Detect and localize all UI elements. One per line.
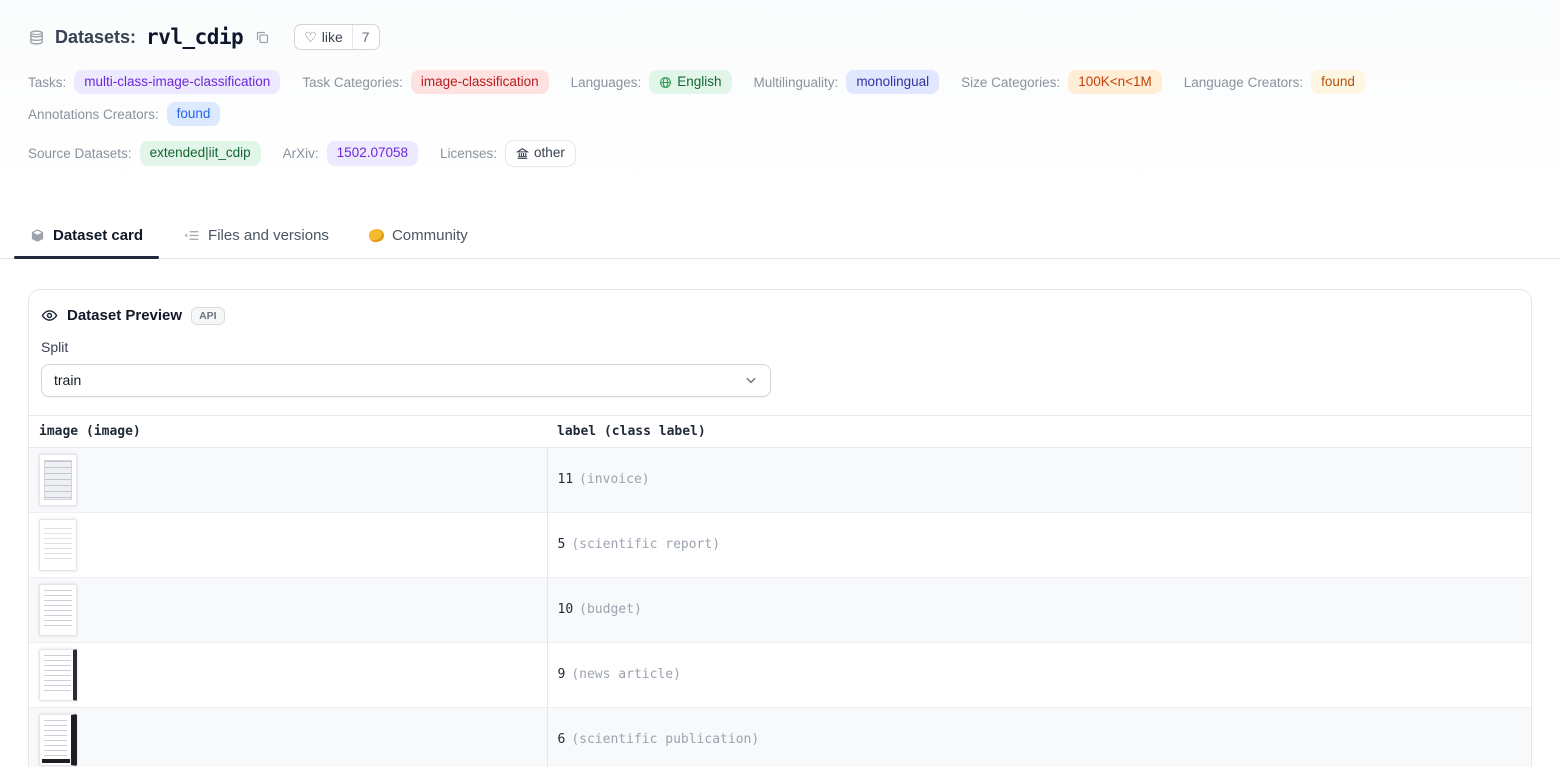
tab-label: Files and versions (208, 227, 329, 244)
title-row: Datasets: rvl_cdip ♡ like 7 (28, 24, 1532, 50)
tab-community[interactable]: Community (367, 215, 470, 258)
document-thumbnail (39, 519, 77, 571)
datasets-section-label[interactable]: Datasets: (55, 27, 136, 48)
split-label: Split (29, 325, 1531, 355)
document-thumbnail (39, 714, 77, 766)
tag-label: Multilinguality: (754, 75, 839, 90)
copy-icon[interactable] (255, 30, 270, 45)
tab-label: Dataset card (53, 227, 143, 244)
cube-icon (30, 228, 45, 243)
table-row: 6 (scientific publication) (29, 707, 1531, 767)
tag-pill-task-categories[interactable]: image-classification (411, 70, 549, 94)
document-thumbnail (39, 649, 77, 701)
class-label-name: (news article) (571, 667, 681, 682)
tag-pill-multilinguality[interactable]: monolingual (846, 70, 939, 94)
table-row: 10 (budget) (29, 577, 1531, 642)
tag-group-source-datasets: Source Datasets: extended|iit_cdip (28, 141, 261, 165)
table-row: 5 (scientific report) (29, 512, 1531, 577)
api-badge[interactable]: API (191, 307, 225, 325)
tag-pill-annotations-creators[interactable]: found (167, 102, 221, 126)
split-selected-value: train (54, 372, 81, 388)
class-label-name: (invoice) (579, 472, 649, 487)
preview-title: Dataset Preview (67, 307, 182, 324)
heart-icon: ♡ (304, 30, 317, 44)
class-label-id: 11 (558, 472, 574, 487)
document-thumbnail (39, 584, 77, 636)
column-header-label: label (class label) (547, 415, 1531, 447)
tab-files-and-versions[interactable]: Files and versions (181, 215, 331, 258)
class-label-id: 10 (558, 602, 574, 617)
tag-label: Size Categories: (961, 75, 1060, 90)
tab-dataset-card[interactable]: Dataset card (28, 215, 145, 258)
tag-pill-label: other (534, 144, 565, 162)
tag-pill-licenses[interactable]: other (505, 140, 576, 166)
tag-group-task-categories: Task Categories: image-classification (302, 70, 548, 94)
database-icon (28, 29, 45, 46)
table-row: 11 (invoice) (29, 447, 1531, 512)
tag-label: Source Datasets: (28, 146, 132, 161)
tag-group-language-creators: Language Creators: found (1184, 70, 1365, 94)
tag-group-size-categories: Size Categories: 100K<n<1M (961, 70, 1162, 94)
table-row: 9 (news article) (29, 642, 1531, 707)
tag-row-1: Tasks: multi-class-image-classification … (28, 70, 1532, 126)
tag-pill-size-categories[interactable]: 100K<n<1M (1068, 70, 1162, 94)
document-thumbnail (39, 454, 77, 506)
like-button[interactable]: ♡ like 7 (294, 24, 379, 50)
eye-icon (41, 307, 58, 324)
like-label: like (322, 29, 343, 45)
like-button-left[interactable]: ♡ like (295, 25, 353, 49)
community-hands-icon (369, 229, 384, 242)
tag-label: Languages: (571, 75, 642, 90)
tab-bar: Dataset card Files and versions Communit… (0, 215, 1560, 259)
tag-group-licenses: Licenses: other (440, 140, 576, 166)
tag-label: Tasks: (28, 75, 66, 90)
tag-label: ArXiv: (283, 146, 319, 161)
globe-icon (659, 76, 672, 89)
class-label-id: 5 (558, 537, 566, 552)
tag-group-tasks: Tasks: multi-class-image-classification (28, 70, 280, 94)
tab-label: Community (392, 227, 468, 244)
tag-label: Language Creators: (1184, 75, 1303, 90)
files-icon (183, 228, 200, 243)
tag-group-arxiv: ArXiv: 1502.07058 (283, 141, 418, 165)
tag-group-multilinguality: Multilinguality: monolingual (754, 70, 940, 94)
tag-pill-label: English (677, 73, 721, 91)
split-select[interactable]: train (41, 364, 771, 397)
column-header-image: image (image) (29, 415, 547, 447)
dataset-preview-card: Dataset Preview API Split train image (i… (28, 289, 1532, 767)
class-label-id: 9 (558, 667, 566, 682)
tag-group-languages: Languages: English (571, 70, 732, 94)
table-header-row: image (image) label (class label) (29, 415, 1531, 447)
class-label-name: (scientific report) (571, 537, 720, 552)
preview-table: image (image) label (class label) 11 (inv… (29, 415, 1531, 767)
tag-label: Licenses: (440, 146, 497, 161)
tag-pill-languages[interactable]: English (649, 70, 731, 94)
tag-pill-language-creators[interactable]: found (1311, 70, 1365, 94)
tag-pill-tasks[interactable]: multi-class-image-classification (74, 70, 280, 94)
class-label-name: (scientific publication) (571, 732, 759, 747)
class-label-name: (budget) (579, 602, 642, 617)
tag-label: Annotations Creators: (28, 107, 159, 122)
tag-pill-arxiv[interactable]: 1502.07058 (327, 141, 418, 165)
chevron-down-icon (744, 373, 758, 387)
tag-group-annotations-creators: Annotations Creators: found (28, 102, 220, 126)
class-label-id: 6 (558, 732, 566, 747)
dataset-name: rvl_cdip (146, 25, 243, 49)
preview-header: Dataset Preview API (29, 290, 1531, 325)
tag-label: Task Categories: (302, 75, 403, 90)
license-icon (516, 147, 529, 160)
tag-row-2: Source Datasets: extended|iit_cdip ArXiv… (28, 140, 1532, 188)
tag-pill-source-datasets[interactable]: extended|iit_cdip (140, 141, 261, 165)
like-count[interactable]: 7 (353, 25, 379, 49)
page-header: Datasets: rvl_cdip ♡ like 7 Tasks: multi… (0, 0, 1560, 189)
